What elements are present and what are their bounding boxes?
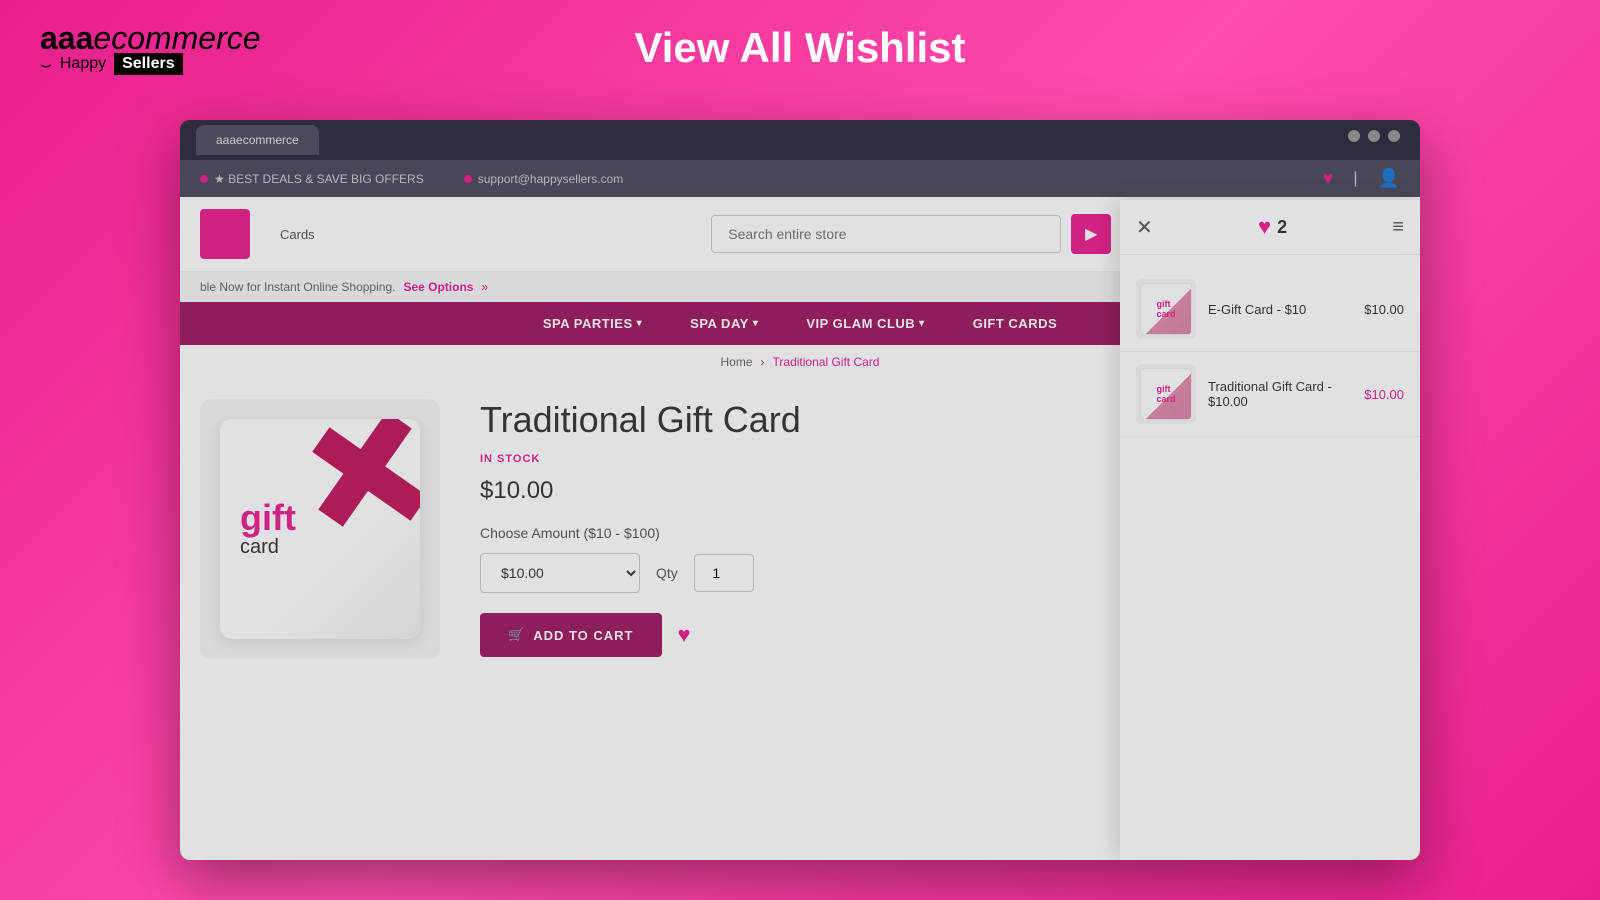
search-input[interactable] [711,215,1061,253]
chevron-right-icon: » [481,280,488,294]
wishlist-close-button[interactable]: ✕ [1136,215,1153,240]
wishlist-item-name-2: Traditional Gift Card - $10.00 [1208,379,1348,409]
nav-chevron-spa-parties: ▾ [637,318,643,329]
nav-item-gift-cards[interactable]: GIFT CARDS [969,302,1061,345]
announcement-right: ♥ | 👤 [1323,168,1400,189]
website-content: ★ BEST DEALS & SAVE BIG OFFERS support@h… [180,160,1420,860]
add-to-cart-label: ADD TO CART [533,628,633,643]
wishlist-items-list: giftcard E-Gift Card - $10 $10.00 giftca… [1120,255,1420,449]
see-options-link[interactable]: See Options [403,280,473,294]
nav-item-spa-day[interactable]: SPA DAY ▾ [686,302,762,345]
gift-card-visual: gift card [220,419,420,639]
logo-area: aaaecommerce ⌣ Happy Sellers [40,20,261,75]
wishlist-menu-button[interactable]: ≡ [1392,216,1404,239]
browser-dot-3 [1388,130,1400,142]
wishlist-item-name-1: E-Gift Card - $10 [1208,302,1352,317]
qty-input[interactable] [694,554,754,592]
announcement-dot-1 [200,175,208,183]
nav-chevron-vip: ▾ [919,318,925,329]
top-bar: aaaecommerce ⌣ Happy Sellers View All Wi… [0,0,1600,95]
breadcrumb-separator: › [761,355,765,369]
wishlist-item-info-1: E-Gift Card - $10 [1208,302,1352,317]
browser-chrome: aaaecommerce [180,120,1420,160]
browser-controls [1348,130,1400,142]
product-image-area: gift card [200,399,440,840]
promo-text: ble Now for Instant Online Shopping. [200,280,395,294]
page-heading: View All Wishlist [634,24,965,72]
site-logo-placeholder [200,209,250,259]
qty-label: Qty [656,565,678,581]
search-area: ▶ [711,214,1111,254]
logo-sellers-text: Sellers [114,53,182,75]
gift-text-small: card [240,536,279,559]
wishlist-count-area: ♥ 2 [1161,214,1385,240]
browser-tab[interactable]: aaaecommerce [196,125,319,155]
wishlist-item-info-2: Traditional Gift Card - $10.00 [1208,379,1348,409]
nav-chevron-spa-day: ▾ [753,318,759,329]
mini-gift-text-2: giftcard [1156,384,1175,404]
add-to-cart-button[interactable]: 🛒 ADD TO CART [480,613,662,657]
user-icon[interactable]: 👤 [1378,168,1400,189]
wishlist-item-thumb-inner-2: giftcard [1140,368,1192,420]
wishlist-item[interactable]: giftcard Traditional Gift Card - $10.00 … [1120,352,1420,437]
announcement-bar: ★ BEST DEALS & SAVE BIG OFFERS support@h… [180,160,1420,197]
browser-dot-1 [1348,130,1360,142]
logo-text: aaaecommerce [40,20,261,57]
announcement-dot-2 [464,175,472,183]
logo-smile-icon: ⌣ [40,54,52,75]
search-icon: ▶ [1085,224,1097,244]
nav-item-spa-parties[interactable]: SPA PARTIES ▾ [539,302,646,345]
browser-window: aaaecommerce ★ BEST DEALS & SAVE BIG OFF… [180,120,1420,860]
cart-btn-icon: 🛒 [508,627,525,643]
announcement-text-2: support@happysellers.com [464,172,624,186]
wishlist-count: 2 [1277,217,1287,238]
logo-happy-text: Happy [60,55,106,73]
wishlist-heart-icon: ♥ [1258,214,1271,240]
logo-brand-italic: ecommerce [93,20,260,56]
breadcrumb-current: Traditional Gift Card [773,355,880,369]
wishlist-item-thumb-inner-1: giftcard [1140,283,1192,335]
breadcrumb-home[interactable]: Home [721,355,753,369]
wishlist-header: ✕ ♥ 2 ≡ [1120,200,1420,255]
wishlist-item-price-strike-2: $10.00 [1364,387,1404,402]
wishlist-item-price-1: $10.00 [1364,302,1404,317]
announcement-text-1: ★ BEST DEALS & SAVE BIG OFFERS [200,172,424,186]
site-logo-area [200,209,260,259]
wishlist-item[interactable]: giftcard E-Gift Card - $10 $10.00 [1120,267,1420,352]
browser-dot-2 [1368,130,1380,142]
amount-select[interactable]: $10.00 $20.00 $50.00 $100.00 [480,553,640,593]
logo-brand: aaa [40,20,93,56]
mini-gift-text-1: giftcard [1156,299,1175,319]
cards-text: Cards [280,227,315,242]
wishlist-panel: ✕ ♥ 2 ≡ giftcard E-G [1120,200,1420,860]
wishlist-item-thumb-2: giftcard [1136,364,1196,424]
logo-subtitle: ⌣ Happy Sellers [40,53,261,75]
wishlist-item-thumb-1: giftcard [1136,279,1196,339]
gift-text-big: gift [240,500,296,536]
nav-item-vip-glam-club[interactable]: VIP GLAM CLUB ▾ [802,302,928,345]
product-image-card: gift card [200,399,440,659]
heart-icon[interactable]: ♥ [1323,168,1334,189]
wishlist-heart-button[interactable]: ♥ [678,622,691,648]
search-button[interactable]: ▶ [1071,214,1111,254]
